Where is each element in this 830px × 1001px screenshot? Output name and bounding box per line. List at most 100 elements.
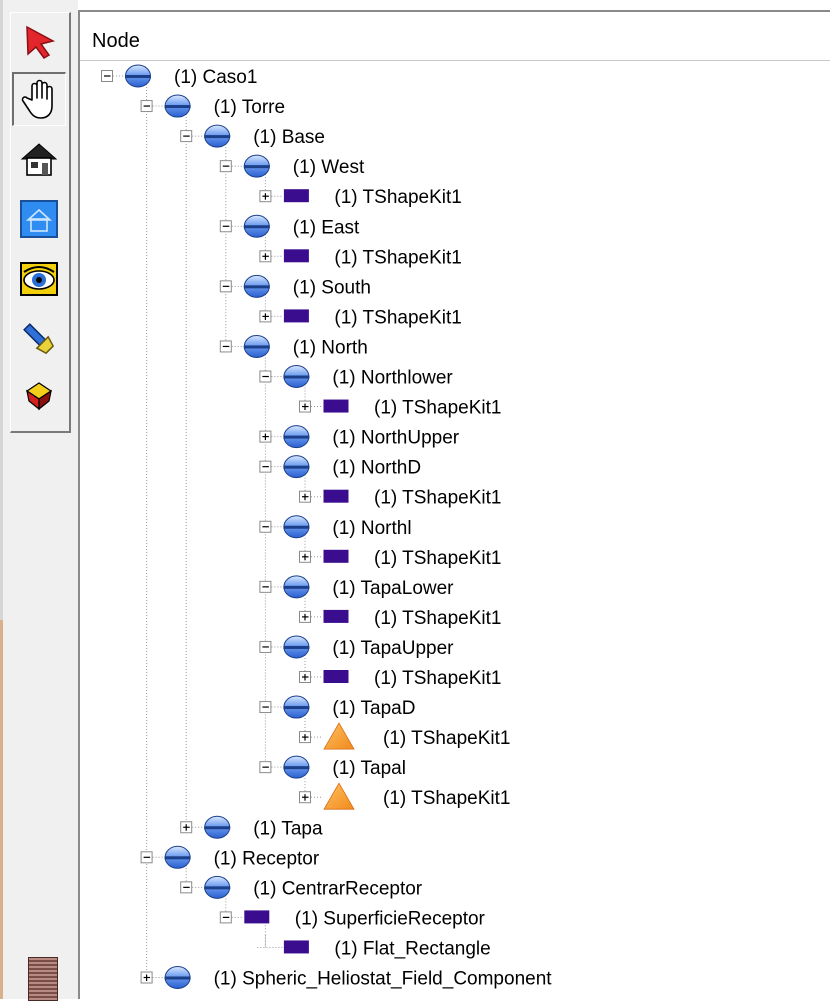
tree-node-label: (1) SuperficieReceptor bbox=[295, 908, 486, 929]
tree-node-label: (1) South bbox=[293, 277, 371, 298]
tree-node[interactable]: (1) TShapeKit1 bbox=[299, 608, 502, 629]
tree-node[interactable]: (1) TShapeKit1 bbox=[259, 307, 462, 328]
sphere-node-icon bbox=[204, 124, 231, 148]
expand-toggle-icon[interactable] bbox=[259, 310, 272, 323]
shape-kit-rect-icon bbox=[283, 249, 309, 263]
tree-node[interactable]: (1) TShapeKit1 bbox=[299, 668, 502, 689]
tree-node[interactable]: (1) Northlower bbox=[259, 365, 454, 389]
shape-kit-rect-icon bbox=[244, 910, 270, 924]
tree-node[interactable]: (1) SuperficieReceptor bbox=[219, 908, 486, 929]
collapse-toggle-icon[interactable] bbox=[259, 640, 272, 653]
sphere-node-icon bbox=[204, 815, 231, 839]
tree-node[interactable]: (1) Receptor bbox=[140, 845, 320, 869]
tree-node[interactable]: (1) Caso1 bbox=[101, 64, 258, 88]
tree-node-label: (1) TShapeKit1 bbox=[374, 608, 501, 629]
expand-toggle-icon[interactable] bbox=[180, 821, 193, 834]
sphere-node-icon bbox=[283, 695, 310, 719]
tree-node[interactable]: (1) TShapeKit1 bbox=[259, 247, 462, 268]
expand-toggle-icon[interactable] bbox=[299, 791, 311, 804]
tree-node[interactable]: (1) TShapeKit1 bbox=[299, 548, 502, 569]
tree-node[interactable]: (1) TShapeKit1 bbox=[299, 722, 511, 750]
sphere-node-icon bbox=[164, 94, 191, 118]
shape-kit-rect-icon bbox=[323, 489, 349, 503]
sphere-node-icon bbox=[283, 425, 310, 449]
collapse-toggle-icon[interactable] bbox=[259, 460, 272, 473]
collapse-toggle-icon[interactable] bbox=[140, 851, 153, 864]
tree-node-label: (1) Base bbox=[253, 127, 325, 148]
collapse-toggle-icon[interactable] bbox=[259, 520, 272, 533]
tree-node[interactable]: (1) Base bbox=[180, 124, 325, 148]
tree-node[interactable]: (1) North bbox=[219, 334, 368, 358]
collapse-toggle-icon[interactable] bbox=[140, 100, 153, 113]
expand-toggle-icon[interactable] bbox=[259, 190, 272, 203]
tree-node[interactable]: (1) West bbox=[219, 154, 365, 178]
expand-toggle-icon[interactable] bbox=[299, 400, 311, 413]
tree-node[interactable]: (1) Tapa bbox=[180, 815, 323, 839]
collapse-toggle-icon[interactable] bbox=[219, 911, 232, 924]
collapse-toggle-icon[interactable] bbox=[259, 580, 272, 593]
tree-node[interactable]: (1) TapaD bbox=[259, 695, 416, 719]
expand-toggle-icon[interactable] bbox=[299, 610, 311, 623]
collapse-toggle-icon[interactable] bbox=[101, 70, 113, 82]
shape-kit-rect-icon bbox=[323, 670, 349, 683]
tree-node[interactable]: (1) Northl bbox=[259, 515, 412, 539]
expand-toggle-icon[interactable] bbox=[299, 550, 311, 563]
collapse-toggle-icon[interactable] bbox=[219, 340, 232, 353]
tree-node[interactable]: (1) NorthD bbox=[259, 455, 421, 479]
shape-kit-cone-icon bbox=[323, 782, 355, 810]
sphere-node-icon bbox=[243, 154, 270, 178]
collapse-toggle-icon[interactable] bbox=[259, 761, 272, 774]
tree-node[interactable]: (1) TShapeKit1 bbox=[259, 187, 462, 208]
sphere-node-icon bbox=[283, 515, 310, 539]
tree-node-label: (1) North bbox=[293, 337, 368, 358]
shape-kit-rect-icon bbox=[283, 940, 309, 954]
collapse-toggle-icon[interactable] bbox=[219, 280, 232, 293]
tree-node-label: (1) TShapeKit1 bbox=[383, 728, 510, 749]
tree-node[interactable]: (1) TShapeKit1 bbox=[299, 782, 511, 810]
tree-node-label: (1) TapaUpper bbox=[332, 638, 454, 659]
tree-node-label: (1) East bbox=[293, 217, 360, 238]
expand-toggle-icon[interactable] bbox=[299, 671, 311, 683]
collapse-toggle-icon[interactable] bbox=[219, 160, 232, 173]
sphere-node-icon bbox=[283, 455, 310, 479]
shape-kit-rect-icon bbox=[323, 399, 349, 413]
tree-node[interactable]: (1) Flat_Rectangle bbox=[257, 935, 491, 959]
tree-node[interactable]: (1) NorthUpper bbox=[259, 425, 460, 449]
collapse-toggle-icon[interactable] bbox=[259, 701, 272, 714]
tree-node-label: (1) TapaLower bbox=[332, 578, 454, 599]
expand-toggle-icon[interactable] bbox=[259, 430, 272, 443]
tree-node[interactable]: (1) Torre bbox=[140, 94, 285, 118]
sphere-node-icon bbox=[243, 274, 270, 298]
sphere-node-icon bbox=[283, 365, 310, 388]
expand-toggle-icon[interactable] bbox=[299, 731, 311, 744]
expand-toggle-icon[interactable] bbox=[299, 490, 311, 503]
tree-node-label: (1) Spheric_Heliostat_Field_Component bbox=[214, 969, 553, 990]
tree-node-label: (1) Receptor bbox=[214, 848, 320, 869]
tree-node-label: (1) Caso1 bbox=[174, 67, 257, 88]
tree-node[interactable]: (1) East bbox=[219, 214, 360, 238]
tree-node[interactable]: (1) TapaUpper bbox=[259, 635, 454, 659]
sphere-node-icon bbox=[164, 845, 191, 869]
tree-node[interactable]: (1) TShapeKit1 bbox=[299, 398, 502, 419]
tree-node[interactable]: (1) CentrarReceptor bbox=[180, 875, 423, 899]
expand-toggle-icon[interactable] bbox=[140, 971, 153, 984]
tree-node[interactable]: (1) TShapeKit1 bbox=[299, 488, 502, 509]
collapse-toggle-icon[interactable] bbox=[180, 130, 193, 143]
tree-node-label: (1) West bbox=[293, 157, 365, 178]
expand-toggle-icon[interactable] bbox=[259, 250, 272, 263]
collapse-toggle-icon[interactable] bbox=[180, 881, 193, 894]
tree-node[interactable]: (1) TapaLower bbox=[259, 575, 454, 599]
shape-kit-rect-icon bbox=[323, 609, 349, 623]
shape-kit-rect-icon bbox=[323, 549, 349, 563]
tree-node[interactable]: (1) Spheric_Heliostat_Field_Component bbox=[140, 966, 553, 990]
collapse-toggle-icon[interactable] bbox=[259, 370, 272, 383]
tree-node[interactable]: (1) South bbox=[219, 274, 371, 298]
tree-node[interactable]: (1) Tapal bbox=[259, 755, 406, 779]
collapse-toggle-icon[interactable] bbox=[219, 220, 232, 233]
sphere-node-icon bbox=[283, 575, 310, 599]
tree-node-label: (1) Flat_Rectangle bbox=[334, 938, 490, 959]
sphere-node-icon bbox=[164, 966, 191, 989]
tree-node-label: (1) TShapeKit1 bbox=[334, 247, 461, 268]
tree-node-label: (1) TShapeKit1 bbox=[374, 548, 501, 569]
tree-node-label: (1) TShapeKit1 bbox=[334, 187, 461, 208]
